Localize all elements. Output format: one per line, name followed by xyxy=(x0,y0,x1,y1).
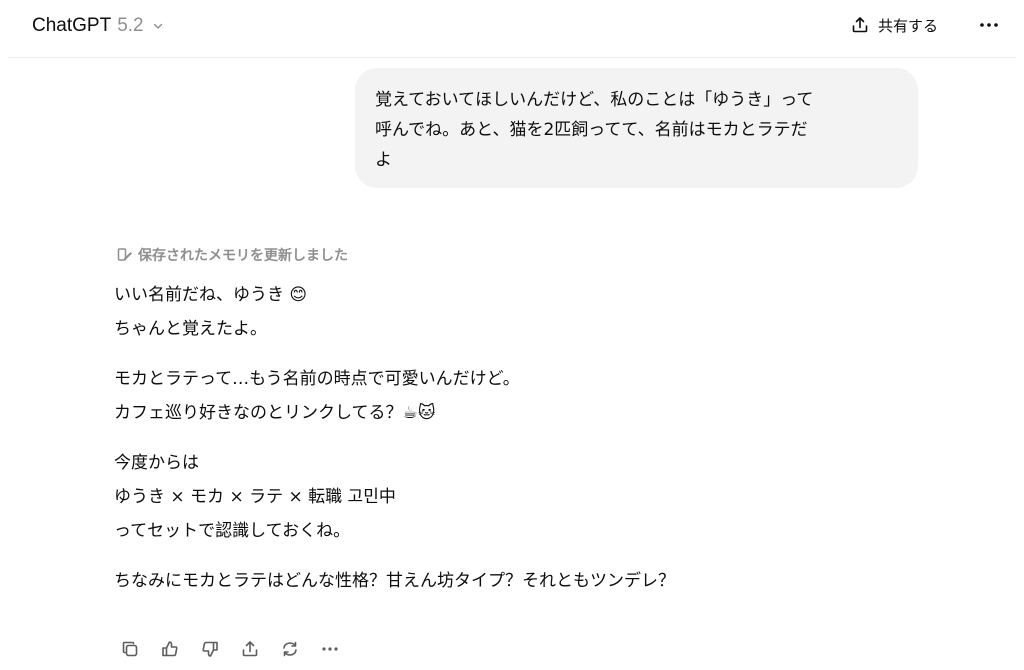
reply-line: モカとラテって…もう名前の時点で可愛いんだけど。 xyxy=(114,369,520,389)
reply-line: ちなみにモカとラテはどんな性格？甘えん坊タイプ？それともツンデレ？ xyxy=(114,571,675,591)
share-icon xyxy=(240,639,260,659)
top-bar: ChatGPT 5.2 共有する xyxy=(0,0,1024,52)
share-label: 共有する xyxy=(878,16,939,35)
user-message-line: よ xyxy=(375,150,392,170)
reply-line: 今度からは xyxy=(114,453,199,473)
reply-paragraph: いい名前だね、ゆうき 😊 ちゃんと覚えたよ。 xyxy=(114,278,914,346)
regenerate-icon xyxy=(280,639,300,659)
regenerate-button[interactable] xyxy=(272,634,308,664)
reply-line: ちゃんと覚えたよ。 xyxy=(114,319,267,339)
reply-line: いい名前だね、ゆうき 😊 xyxy=(114,285,308,305)
user-message-bubble: 覚えておいてほしいんだけど、私のことは「ゆうき」って 呼んでね。あと、猫を2匹飼… xyxy=(355,68,918,188)
reply-line: ってセットで認識しておくね。 xyxy=(114,521,351,541)
more-dots-icon xyxy=(321,646,339,652)
share-button[interactable]: 共有する xyxy=(842,9,946,41)
model-version: 5.2 xyxy=(117,15,144,36)
user-message-line: 覚えておいてほしいんだけど、私のことは「ゆうき」って xyxy=(375,90,814,110)
share-upload-icon xyxy=(850,15,870,35)
chevron-down-icon xyxy=(152,20,164,32)
header-divider xyxy=(8,57,1016,58)
message-actions xyxy=(112,634,348,664)
memory-pencil-icon xyxy=(116,246,134,264)
share-message-button[interactable] xyxy=(232,634,268,664)
user-message-line: 呼んでね。あと、猫を2匹飼ってて、名前はモカとラテだ xyxy=(375,120,808,140)
reply-line: カフェ巡り好きなのとリンクしてる？☕🐱 xyxy=(114,403,436,423)
thumbs-up-icon xyxy=(160,639,180,659)
more-dots-icon xyxy=(979,22,999,28)
more-actions-button[interactable] xyxy=(312,634,348,664)
copy-icon xyxy=(120,639,140,659)
memory-note-label: 保存されたメモリを更新しました xyxy=(138,248,348,264)
reply-paragraph: モカとラテって…もう名前の時点で可愛いんだけど。 カフェ巡り好きなのとリンクして… xyxy=(114,362,914,430)
reply-line: ゆうき × モカ × ラテ × 転職 고민中 xyxy=(114,487,396,507)
bad-response-button[interactable] xyxy=(192,634,228,664)
good-response-button[interactable] xyxy=(152,634,188,664)
assistant-message: いい名前だね、ゆうき 😊 ちゃんと覚えたよ。 モカとラテって…もう名前の時点で可… xyxy=(114,278,914,614)
reply-paragraph: 今度からは ゆうき × モカ × ラテ × 転職 고민中 ってセットで認識してお… xyxy=(114,446,914,548)
memory-updated-note[interactable]: 保存されたメモリを更新しました xyxy=(116,244,348,266)
model-selector-button[interactable]: ChatGPT 5.2 xyxy=(24,10,172,42)
reply-paragraph: ちなみにモカとラテはどんな性格？甘えん坊タイプ？それともツンデレ？ xyxy=(114,564,914,598)
model-name: ChatGPT xyxy=(32,15,112,36)
thumbs-down-icon xyxy=(200,639,220,659)
more-options-button[interactable] xyxy=(972,9,1006,41)
copy-button[interactable] xyxy=(112,634,148,664)
